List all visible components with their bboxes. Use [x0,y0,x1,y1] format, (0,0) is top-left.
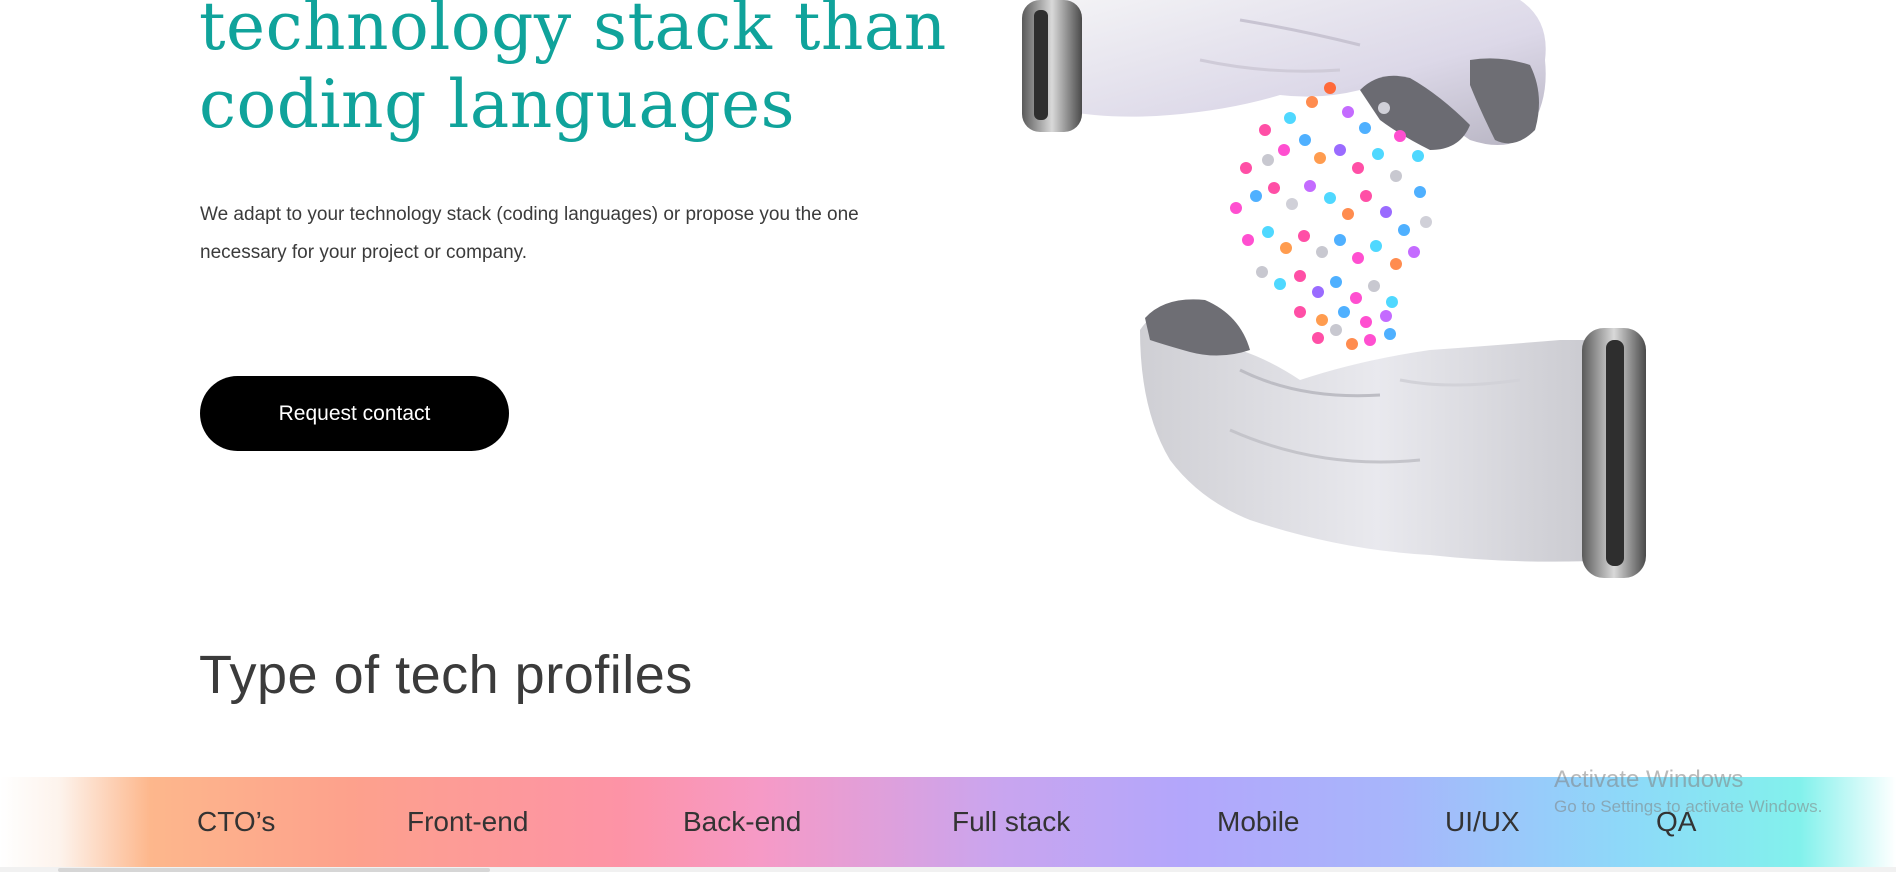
request-contact-button[interactable]: Request contact [200,376,509,451]
hero-description: We adapt to your technology stack (codin… [200,204,859,263]
watermark-title: Activate Windows [1554,766,1744,793]
hero-title-line2: coding languages [199,66,796,143]
tech-profiles-title: Type of tech profiles [199,645,693,705]
hero-title-line1: technology stack than [199,0,947,65]
windows-activation-watermark: Activate Windows Go to Settings to activ… [1554,764,1822,818]
horizontal-scrollbar-thumb[interactable] [58,868,490,872]
profile-item-full-stack[interactable]: Full stack [952,777,1070,867]
top-glove [1022,0,1546,150]
profile-item-mobile[interactable]: Mobile [1217,777,1299,867]
profile-item-cto[interactable]: CTO’s [197,777,275,867]
profile-item-front-end[interactable]: Front-end [407,777,528,867]
profile-item-ui-ux[interactable]: UI/UX [1445,777,1520,867]
page: technology stack than coding languages W… [0,0,1896,872]
profile-item-back-end[interactable]: Back-end [683,777,801,867]
astronaut-gloves-illustration [1022,0,1646,578]
bottom-glove [1140,299,1646,578]
watermark-subtitle: Go to Settings to activate Windows. [1554,797,1823,816]
hero-title: technology stack than coding languages [199,0,959,144]
